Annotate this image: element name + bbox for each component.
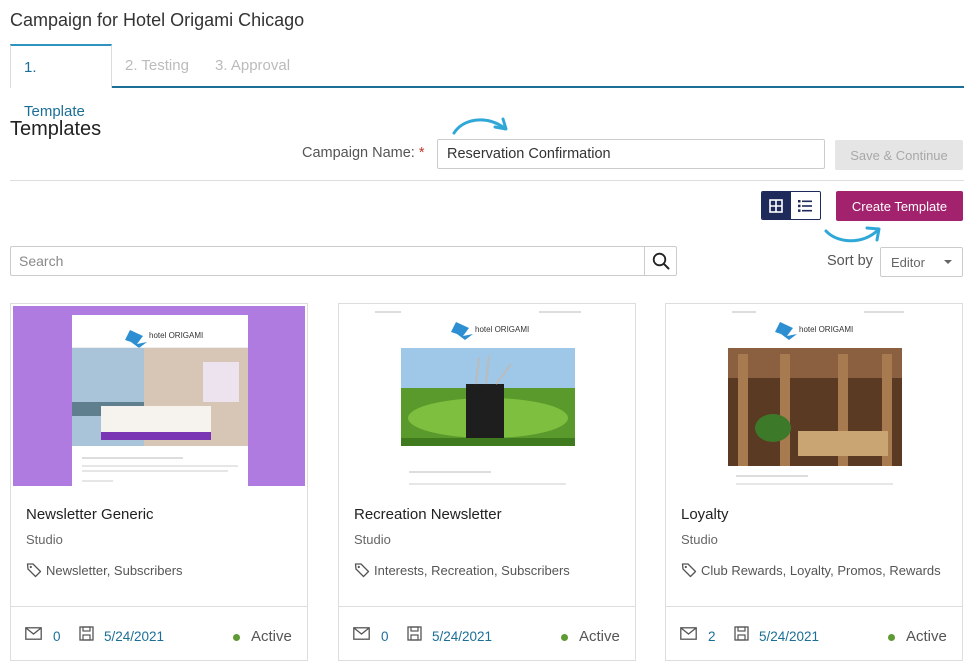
status-dot	[233, 634, 240, 641]
sort-selected-value: Editor	[891, 254, 925, 270]
tags-text: Newsletter, Subscribers	[46, 562, 183, 578]
grid-view-button[interactable]	[762, 192, 791, 219]
template-editor: Studio	[681, 532, 718, 547]
template-card[interactable]: hotel ORIGAMI Loyalty Studio Club Reward…	[665, 303, 963, 661]
email-preview-image: hotel ORIGAMI	[728, 311, 904, 485]
search-button[interactable]	[644, 247, 676, 275]
template-tags: Newsletter, Subscribers	[26, 562, 183, 578]
campaign-name-label-text: Campaign Name:	[302, 145, 415, 161]
status-dot	[888, 634, 895, 641]
send-count[interactable]: 0	[381, 629, 389, 644]
save-icon	[734, 626, 749, 641]
tag-icon	[26, 563, 42, 578]
campaign-name-label: Campaign Name: *	[302, 145, 425, 161]
tags-text: Club Rewards, Loyalty, Promos, Rewards	[701, 562, 941, 578]
mail-icon	[25, 627, 42, 640]
save-icon	[407, 626, 422, 641]
template-tags: Club Rewards, Loyalty, Promos, Rewards	[681, 562, 941, 578]
template-tags: Interests, Recreation, Subscribers	[354, 562, 570, 578]
sort-select[interactable]: Editor	[880, 247, 963, 277]
required-mark: *	[418, 145, 425, 161]
tab-testing[interactable]: 2. Testing	[112, 44, 202, 88]
page-title: Campaign for Hotel Origami Chicago	[10, 10, 305, 30]
tag-icon	[354, 563, 370, 578]
brand-logo: hotel ORIGAMI	[799, 325, 853, 334]
step-tabs: 1. Template 2. Testing 3. Approval	[10, 44, 964, 120]
sort-label: Sort by	[827, 253, 873, 269]
template-thumbnail[interactable]: hotel ORIGAMI	[341, 306, 633, 486]
template-name[interactable]: Newsletter Generic	[26, 506, 154, 523]
template-name[interactable]: Loyalty	[681, 506, 729, 523]
hint-arrow-icon	[824, 226, 881, 243]
template-editor: Studio	[26, 532, 63, 547]
mail-icon	[353, 627, 370, 640]
brand-logo: hotel ORIGAMI	[149, 331, 203, 340]
saved-date[interactable]: 5/24/2021	[432, 629, 492, 644]
template-thumbnail[interactable]: hotel ORIGAMI	[668, 306, 960, 486]
template-name[interactable]: Recreation Newsletter	[354, 506, 502, 523]
brand-logo: hotel ORIGAMI	[475, 325, 529, 334]
list-view-button[interactable]	[790, 192, 820, 219]
status-label: Active	[579, 628, 620, 645]
send-count[interactable]: 0	[53, 629, 61, 644]
tab-approval[interactable]: 3. Approval	[202, 44, 303, 88]
save-icon	[79, 626, 94, 641]
tags-text: Interests, Recreation, Subscribers	[374, 562, 570, 578]
campaign-name-input[interactable]	[437, 139, 825, 169]
saved-date[interactable]: 5/24/2021	[104, 629, 164, 644]
status-label: Active	[906, 628, 947, 645]
template-editor: Studio	[354, 532, 391, 547]
search-input[interactable]	[11, 247, 645, 275]
mail-icon	[680, 627, 697, 640]
email-preview-image: hotel ORIGAMI	[72, 315, 248, 486]
email-preview-image: hotel ORIGAMI	[375, 311, 581, 485]
grid-view-icon	[769, 198, 784, 213]
status-dot	[561, 634, 568, 641]
tab-template[interactable]: 1. Template	[10, 44, 112, 120]
saved-date[interactable]: 5/24/2021	[759, 629, 819, 644]
status-label: Active	[251, 628, 292, 645]
caret-down-icon	[944, 260, 952, 264]
template-thumbnail[interactable]: hotel ORIGAMI	[13, 306, 305, 486]
tag-icon	[681, 563, 697, 578]
card-footer: 0 5/24/2021 Active	[339, 606, 635, 661]
template-card[interactable]: hotel ORIGAMI Newsletter Generic Studio …	[10, 303, 308, 661]
send-count[interactable]: 2	[708, 629, 716, 644]
list-view-icon	[798, 199, 813, 212]
view-toggle	[761, 191, 821, 220]
create-template-button[interactable]: Create Template	[836, 191, 963, 221]
divider	[10, 180, 964, 181]
search-box	[10, 246, 677, 276]
card-footer: 0 5/24/2021 Active	[11, 606, 307, 661]
save-continue-button[interactable]: Save & Continue	[835, 140, 963, 170]
hint-arrow-icon	[452, 117, 508, 135]
search-icon	[652, 252, 669, 270]
template-card[interactable]: hotel ORIGAMI Recreation Newsletter Stud…	[338, 303, 636, 661]
card-footer: 2 5/24/2021 Active	[666, 606, 962, 661]
